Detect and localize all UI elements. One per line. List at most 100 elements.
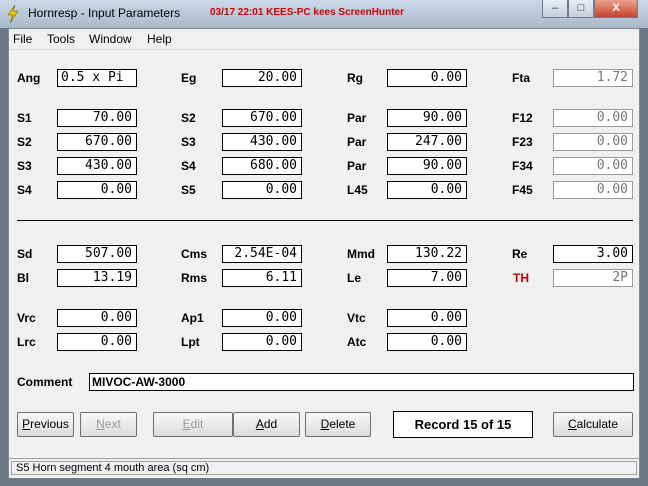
- s1-label: S1: [17, 111, 32, 125]
- vrc-field[interactable]: 0.00: [57, 309, 137, 327]
- ang-label: Ang: [17, 71, 41, 85]
- menu-bar: File Tools Window Help: [9, 29, 639, 50]
- par3-label: Par: [347, 159, 367, 173]
- th-field[interactable]: 2P: [553, 269, 633, 287]
- rms-label: Rms: [181, 271, 208, 285]
- calculate-button-accel: C: [567, 417, 577, 431]
- atc-label: Atc: [347, 335, 367, 349]
- input-parameters-window: File Tools Window Help Ang 0.5 x Pi Eg 2…: [8, 28, 640, 478]
- edit-button[interactable]: Edit: [153, 412, 233, 437]
- delete-button-label: elete: [329, 417, 356, 431]
- minimize-button[interactable]: –: [542, 0, 568, 18]
- s1-field[interactable]: 70.00: [57, 109, 137, 127]
- calculate-button-label: alculate: [576, 417, 619, 431]
- lpt-label: Lpt: [181, 335, 200, 349]
- le-field[interactable]: 7.00: [387, 269, 467, 287]
- s4-row-label: S4: [17, 183, 32, 197]
- par1-label: Par: [347, 111, 367, 125]
- s2-field[interactable]: 670.00: [222, 109, 302, 127]
- lightning-icon: [7, 5, 19, 23]
- s5-field[interactable]: 0.00: [222, 181, 302, 199]
- vtc-field[interactable]: 0.00: [387, 309, 467, 327]
- par3-field[interactable]: 90.00: [387, 157, 467, 175]
- l45-label: L45: [347, 183, 368, 197]
- record-indicator: Record 15 of 15: [393, 411, 533, 438]
- add-button-label: dd: [263, 417, 278, 431]
- sd-label: Sd: [17, 247, 33, 261]
- lpt-field[interactable]: 0.00: [222, 333, 302, 351]
- vtc-label: Vtc: [347, 311, 366, 325]
- lrc-label: Lrc: [17, 335, 36, 349]
- status-bar: S5 Horn segment 4 mouth area (sq cm): [9, 458, 639, 478]
- menu-window[interactable]: Window: [89, 32, 132, 46]
- f34-field: 0.00: [553, 157, 633, 175]
- bl-field[interactable]: 13.19: [57, 269, 137, 287]
- sd-field[interactable]: 507.00: [57, 245, 137, 263]
- menu-help[interactable]: Help: [147, 32, 172, 46]
- close-button[interactable]: X: [594, 0, 638, 18]
- s3-row-field[interactable]: 430.00: [57, 157, 137, 175]
- f12-field: 0.00: [553, 109, 633, 127]
- ang-field[interactable]: 0.5 x Pi: [57, 69, 137, 87]
- mmd-label: Mmd: [347, 247, 375, 261]
- fta-field: 1.72: [553, 69, 633, 87]
- s4-row-field[interactable]: 0.00: [57, 181, 137, 199]
- eg-field[interactable]: 20.00: [222, 69, 302, 87]
- next-button[interactable]: Next: [80, 412, 137, 437]
- lrc-field[interactable]: 0.00: [57, 333, 137, 351]
- f45-field: 0.00: [553, 181, 633, 199]
- s3-label: S3: [181, 135, 196, 149]
- rms-field[interactable]: 6.11: [222, 269, 302, 287]
- l45-field[interactable]: 0.00: [387, 181, 467, 199]
- rg-label: Rg: [347, 71, 363, 85]
- le-label: Le: [347, 271, 362, 285]
- title-overlay-text: 03/17 22:01 KEES-PC kees ScreenHunter: [210, 7, 404, 18]
- par2-field[interactable]: 247.00: [387, 133, 467, 151]
- ap1-field[interactable]: 0.00: [222, 309, 302, 327]
- comment-field[interactable]: MIVOC-AW-3000: [89, 373, 634, 391]
- re-field[interactable]: 3.00: [553, 245, 633, 263]
- cms-label: Cms: [181, 247, 208, 261]
- s3-field[interactable]: 430.00: [222, 133, 302, 151]
- section-divider: [17, 220, 633, 221]
- ap1-label: Ap1: [181, 311, 204, 325]
- s4-field[interactable]: 680.00: [222, 157, 302, 175]
- add-button[interactable]: Add: [233, 412, 300, 437]
- par1-field[interactable]: 90.00: [387, 109, 467, 127]
- atc-field[interactable]: 0.00: [387, 333, 467, 351]
- s3-row-label: S3: [17, 159, 32, 173]
- mmd-field[interactable]: 130.22: [387, 245, 467, 263]
- f34-label: F34: [512, 159, 533, 173]
- maximize-button[interactable]: □: [568, 0, 594, 18]
- s2-row-field[interactable]: 670.00: [57, 133, 137, 151]
- cms-field[interactable]: 2.54E-04: [222, 245, 302, 263]
- s5-label: S5: [181, 183, 196, 197]
- next-button-label: ext: [104, 417, 121, 431]
- s4-label: S4: [181, 159, 196, 173]
- s2-row-label: S2: [17, 135, 32, 149]
- previous-button[interactable]: Previous: [17, 412, 74, 437]
- rg-field[interactable]: 0.00: [387, 69, 467, 87]
- title-bar: Hornresp - Input Parameters 03/17 22:01 …: [0, 0, 648, 28]
- next-button-accel: N: [96, 417, 105, 431]
- window-title: Hornresp - Input Parameters: [28, 6, 181, 20]
- status-text: S5 Horn segment 4 mouth area (sq cm): [11, 461, 637, 475]
- s2-label: S2: [181, 111, 196, 125]
- menu-file[interactable]: File: [13, 32, 32, 46]
- menu-tools[interactable]: Tools: [47, 32, 75, 46]
- calculate-button[interactable]: Calculate: [553, 412, 633, 437]
- delete-button[interactable]: Delete: [305, 412, 371, 437]
- par2-label: Par: [347, 135, 367, 149]
- comment-label: Comment: [17, 375, 73, 389]
- f23-field: 0.00: [553, 133, 633, 151]
- previous-button-label: revious: [30, 417, 69, 431]
- edit-button-accel: E: [182, 417, 191, 431]
- add-button-accel: A: [255, 417, 264, 431]
- re-label: Re: [512, 247, 528, 261]
- bl-label: Bl: [17, 271, 29, 285]
- f12-label: F12: [512, 111, 533, 125]
- f45-label: F45: [512, 183, 533, 197]
- th-label: TH: [513, 271, 529, 285]
- fta-label: Fta: [512, 71, 530, 85]
- delete-button-accel: D: [320, 417, 330, 431]
